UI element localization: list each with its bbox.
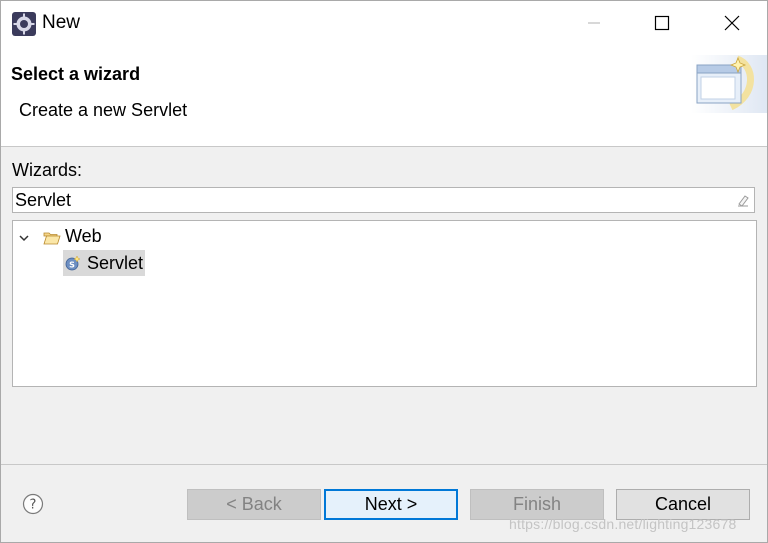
- svg-text:S: S: [69, 261, 75, 270]
- close-icon: [724, 15, 740, 31]
- svg-text:?: ?: [30, 498, 37, 513]
- minimize-icon: [588, 22, 600, 24]
- maximize-icon: [654, 15, 670, 31]
- wizard-tree[interactable]: Web S Servlet: [12, 220, 757, 387]
- servlet-icon: S: [65, 255, 81, 271]
- next-button[interactable]: Next >: [324, 489, 458, 520]
- wizard-banner-icon: [691, 55, 767, 113]
- chevron-down-icon[interactable]: [17, 229, 31, 243]
- minimize-button[interactable]: [571, 1, 617, 45]
- header-title: Select a wizard: [11, 64, 141, 84]
- help-icon[interactable]: ?: [22, 493, 44, 515]
- close-button[interactable]: [709, 1, 755, 45]
- watermark: https://blog.csdn.net/lighting123678: [509, 516, 737, 532]
- eclipse-gear-icon: [12, 12, 36, 36]
- title-bar: New: [1, 1, 767, 45]
- filter-field: [12, 187, 755, 213]
- maximize-button[interactable]: [639, 1, 685, 45]
- footer-divider: [1, 464, 767, 465]
- tree-item-label: Web: [65, 225, 102, 246]
- new-wizard-dialog: New Select a wizard Create a new Servlet: [0, 0, 768, 543]
- folder-open-icon: [43, 229, 61, 245]
- tree-item-label: Servlet: [87, 252, 144, 273]
- header-description: Create a new Servlet: [19, 100, 188, 120]
- clear-filter-icon[interactable]: [736, 193, 750, 207]
- tree-item-servlet[interactable]: S Servlet: [63, 250, 146, 276]
- back-button[interactable]: < Back: [187, 489, 321, 520]
- wizard-header: Select a wizard Create a new Servlet: [1, 45, 767, 147]
- tree-item-web[interactable]: Web: [17, 223, 102, 249]
- selected-item-highlight[interactable]: S Servlet: [63, 250, 146, 276]
- filter-input[interactable]: [15, 189, 735, 211]
- wizards-label: Wizards:: [12, 160, 83, 180]
- window-title: New: [42, 12, 81, 33]
